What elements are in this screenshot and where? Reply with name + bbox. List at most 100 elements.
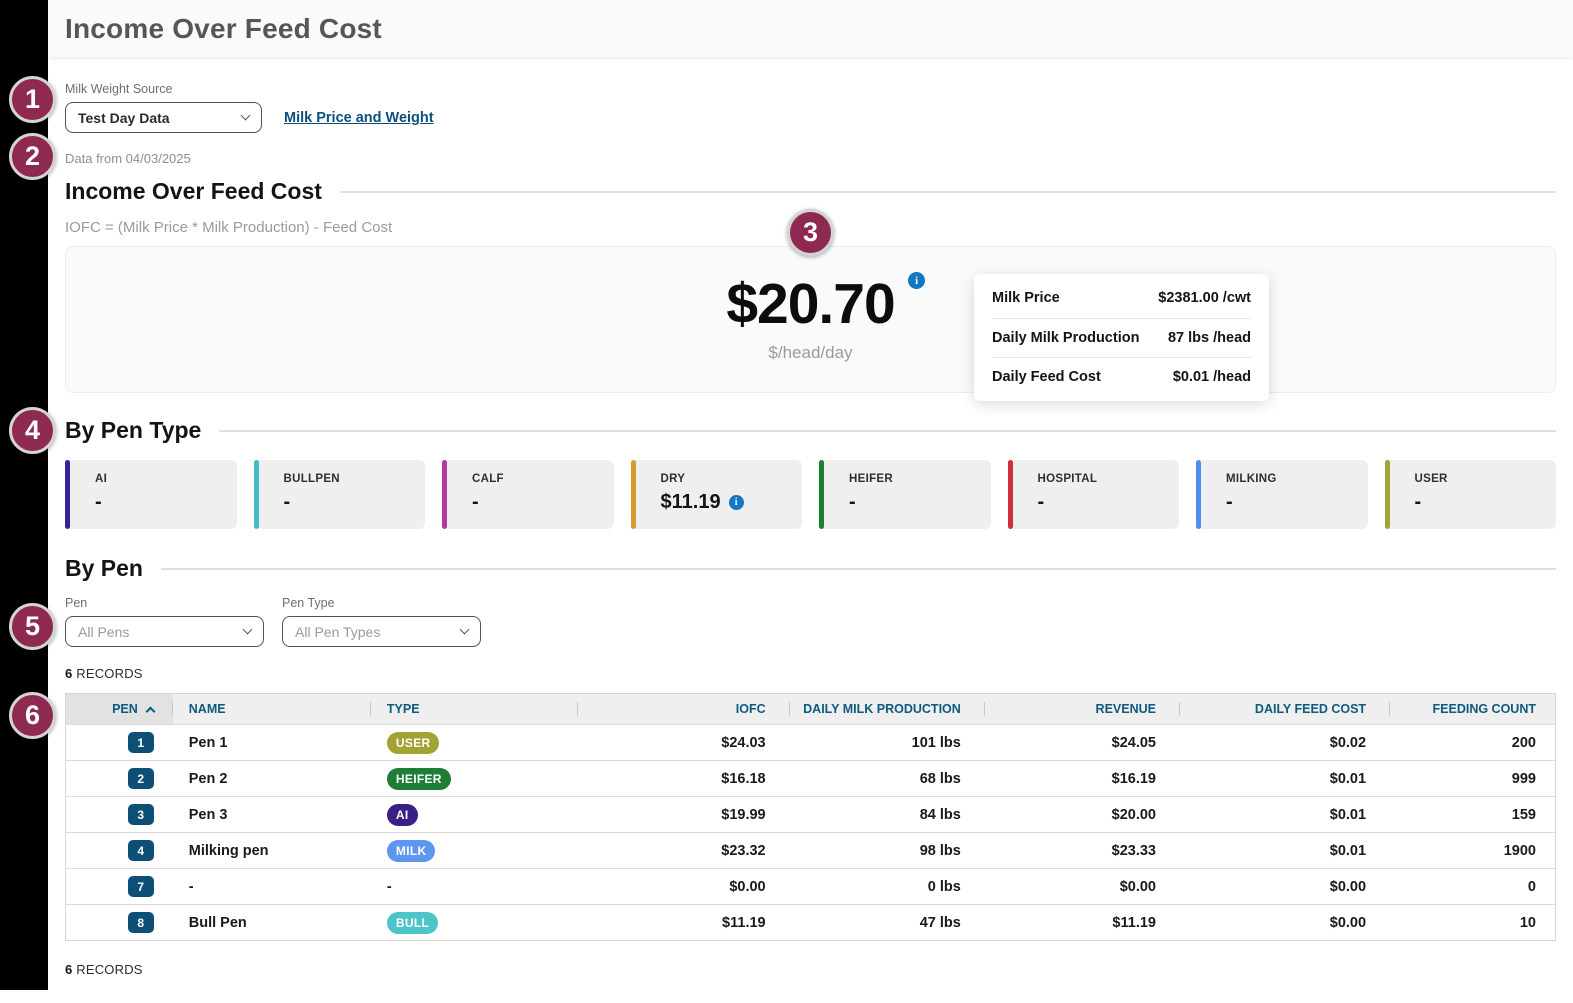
pen-type-card-label: HOSPITAL [1038,473,1172,485]
daily-feed-cost-cell: $0.01 [1180,833,1390,869]
milk-weight-source-value: Test Day Data [78,110,170,126]
iofc-cell: $24.03 [578,725,790,761]
column-header-daily-feed-cost[interactable]: DAILY FEED COST [1180,694,1390,725]
pen-number-badge: 3 [128,804,154,825]
pen-type-card-value: - [284,491,291,514]
daily-feed-cost-cell: $0.02 [1180,725,1390,761]
milk-price-and-weight-link[interactable]: Milk Price and Weight [284,110,434,126]
iofc-cell: $23.32 [578,833,790,869]
pen-number-badge: 8 [128,912,154,933]
daily-milk-production-cell: 47 lbs [790,905,985,941]
column-header-revenue[interactable]: REVENUE [985,694,1180,725]
annotation-badge-4: 4 [9,407,56,454]
pen-type-card: CALF -i [442,460,614,529]
pens-table: PEN NAME TYPE IOFC DAILY MILK PRODUCTION… [65,693,1556,941]
card-color-bar [1196,460,1201,529]
card-color-bar [1008,460,1013,529]
pen-type-card-label: HEIFER [849,473,983,485]
by-pen-title: By Pen [65,555,143,582]
iofc-section-title: Income Over Feed Cost [65,178,322,205]
pen-number-badge: 4 [128,840,154,861]
pen-name-cell: Pen 2 [173,761,371,797]
info-icon[interactable]: i [908,272,925,289]
pen-type-card-label: AI [95,473,229,485]
pen-name-cell: Bull Pen [173,905,371,941]
tooltip-value: $0.01 /head [1173,369,1251,385]
card-color-bar [254,460,259,529]
pen-type-cell: - [371,869,578,905]
column-header-feeding-count[interactable]: FEEDING COUNT [1390,694,1555,725]
daily-milk-production-cell: 101 lbs [790,725,985,761]
feeding-count-cell: 0 [1390,869,1555,905]
section-rule [219,430,1556,432]
card-color-bar [65,460,70,529]
pen-type-cell: AI [371,797,578,833]
card-color-bar [631,460,636,529]
pen-type-card: MILKING -i [1196,460,1368,529]
iofc-detail-tooltip: Milk Price $2381.00 /cwt Daily Milk Prod… [974,274,1269,401]
chevron-down-icon [241,111,251,121]
pen-type-badge: BULL [387,912,438,934]
by-pen-type-title: By Pen Type [65,417,201,444]
pen-type-card-value: - [95,491,102,514]
pen-type-filter-select[interactable]: All Pen Types [282,616,481,647]
table-row: 1 Pen 1 USER $24.03 101 lbs $24.05 $0.02… [66,725,1556,761]
column-header-type[interactable]: TYPE [371,694,578,725]
column-header-iofc[interactable]: IOFC [578,694,790,725]
pen-type-card: BULLPEN -i [254,460,426,529]
daily-milk-production-cell: 0 lbs [790,869,985,905]
pen-type-card-value: - [1415,491,1422,514]
column-header-name[interactable]: NAME [173,694,371,725]
pen-type-card: HOSPITAL -i [1008,460,1180,529]
iofc-unit: $/head/day [768,343,852,363]
iofc-cell: $19.99 [578,797,790,833]
sort-ascending-icon [145,707,155,717]
pen-type-filter-label: Pen Type [282,596,481,610]
revenue-cell: $16.19 [985,761,1180,797]
pen-number-badge: 1 [128,732,154,753]
pen-type-card-value: $11.19 [661,491,721,514]
pen-number-badge: 7 [128,876,154,897]
pen-type-cell: BULL [371,905,578,941]
pen-filter-label: Pen [65,596,264,610]
iofc-cell: $0.00 [578,869,790,905]
revenue-cell: $24.05 [985,725,1180,761]
pen-type-badge: AI [387,804,418,826]
annotation-badge-3: 3 [787,209,834,256]
column-header-daily-milk-production[interactable]: DAILY MILK PRODUCTION [790,694,985,725]
pen-name-cell: Milking pen [173,833,371,869]
table-row: 3 Pen 3 AI $19.99 84 lbs $20.00 $0.01 15… [66,797,1556,833]
chevron-down-icon [460,625,470,635]
tooltip-label: Daily Feed Cost [992,369,1101,385]
table-row: 7 - - $0.00 0 lbs $0.00 $0.00 0 [66,869,1556,905]
pen-type-card-value: - [1038,491,1045,514]
iofc-cell: $11.19 [578,905,790,941]
annotation-badge-5: 5 [9,603,56,650]
pen-type-card-label: USER [1415,473,1549,485]
section-rule [340,191,1556,193]
annotation-badge-1: 1 [9,76,56,123]
page-title: Income Over Feed Cost [65,13,382,45]
table-header-row: PEN NAME TYPE IOFC DAILY MILK PRODUCTION… [66,694,1556,725]
pen-type-card-label: BULLPEN [284,473,418,485]
pen-name-cell: - [173,869,371,905]
pen-type-badge: USER [387,732,440,754]
pen-type-card: AI -i [65,460,237,529]
tooltip-row: Milk Price $2381.00 /cwt [992,278,1251,318]
pen-filter-value: All Pens [78,624,129,640]
daily-milk-production-cell: 68 lbs [790,761,985,797]
iofc-value: $20.70 i [726,276,894,333]
revenue-cell: $20.00 [985,797,1180,833]
pen-filter-select[interactable]: All Pens [65,616,264,647]
column-header-pen[interactable]: PEN [66,694,173,725]
pen-type-cell: HEIFER [371,761,578,797]
milk-weight-source-select[interactable]: Test Day Data [65,102,262,133]
pen-type-card-value: - [472,491,479,514]
page-header: Income Over Feed Cost [48,0,1573,57]
daily-feed-cost-cell: $0.00 [1180,905,1390,941]
pen-type-card: HEIFER -i [819,460,991,529]
info-icon[interactable]: i [729,495,744,510]
pen-name-cell: Pen 3 [173,797,371,833]
table-row: 4 Milking pen MILK $23.32 98 lbs $23.33 … [66,833,1556,869]
table-row: 2 Pen 2 HEIFER $16.18 68 lbs $16.19 $0.0… [66,761,1556,797]
